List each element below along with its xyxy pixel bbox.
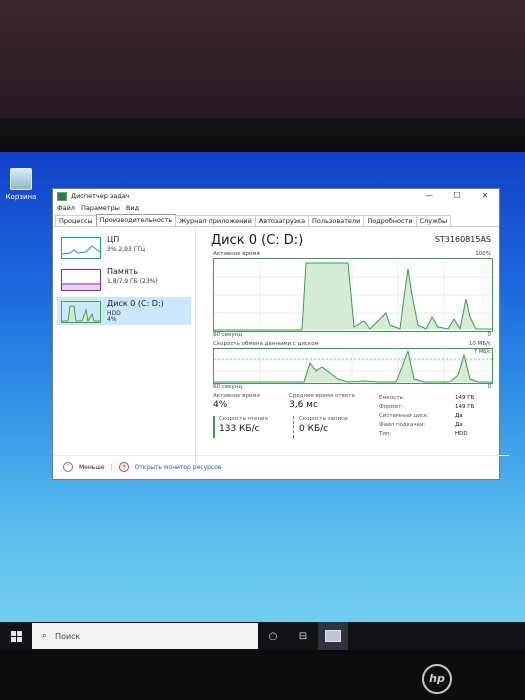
graph1-time: 60 секунд (213, 332, 243, 338)
cpu-thumbnail-graph (61, 237, 101, 259)
task-manager-taskbar-icon (325, 630, 341, 642)
tab-performance[interactable]: Производительность (95, 214, 177, 226)
active-time-graph (213, 258, 493, 332)
sidebar-item-cpu[interactable]: ЦП 3% 2,93 ГГц (57, 233, 191, 261)
room-wall (0, 0, 525, 125)
format-value: 149 ГБ (455, 404, 475, 410)
graph2-label: Скорость обмена данными с диском (213, 341, 319, 347)
graph2-time: 60 секунд (213, 384, 243, 390)
write-speed-value: 0 КБ/с (299, 424, 329, 434)
windows-logo-icon (10, 630, 22, 642)
memory-thumbnail-graph (61, 269, 101, 291)
read-speed-marker (213, 416, 215, 438)
sidebar-disk-name: Диск 0 (C: D:) (107, 299, 164, 308)
write-speed-label: Скорость записи (299, 416, 348, 422)
sidebar-item-memory[interactable]: Память 1,8/7,9 ГБ (23%) (57, 265, 191, 293)
recycle-bin-label: Корзина (5, 193, 37, 201)
start-button[interactable] (0, 622, 32, 650)
cortana-icon[interactable]: ○ (258, 622, 288, 650)
response-time-label: Среднее время ответа (289, 393, 355, 399)
disk-detail-pane: Диск 0 (C: D:) ST3160815AS Активное врем… (199, 227, 495, 463)
search-icon: ⌕ (42, 631, 48, 641)
graph1-label: Активное время (213, 251, 260, 257)
active-time-stat-label: Активное время (213, 393, 260, 399)
tab-users[interactable]: Пользователи (308, 215, 365, 226)
disk-thumbnail-graph (61, 301, 101, 323)
disk-title: Диск 0 (C: D:) (211, 233, 304, 248)
graph2-mid: 7 МБ/с (474, 349, 491, 355)
tab-app-history[interactable]: Журнал приложений (175, 215, 256, 226)
capacity-value: 149 ГБ (455, 395, 475, 401)
taskbar: ⌕ Поиск ○ ⊟ (0, 622, 525, 650)
page-file-value: Да (455, 422, 463, 428)
resource-sidebar: ЦП 3% 2,93 ГГц Память 1,8/7,9 ГБ (23%) Д… (53, 227, 196, 463)
tab-details[interactable]: Подробности (363, 215, 417, 226)
tab-startup[interactable]: Автозагрузка (254, 215, 310, 226)
active-time-stat-value: 4% (213, 400, 228, 410)
maximize-button[interactable]: ☐ (443, 189, 471, 203)
sidebar-disk-usage: 4% (107, 316, 117, 323)
sidebar-memory-usage: 1,8/7,9 ГБ (23%) (107, 278, 158, 285)
system-disk-value: Да (455, 413, 463, 419)
fewer-details-button[interactable]: Меньше (79, 464, 105, 471)
type-key: Тип: (379, 431, 392, 437)
tab-bar: Процессы Производительность Журнал прило… (53, 214, 499, 227)
task-manager-taskbar-button[interactable] (318, 622, 348, 650)
resource-monitor-icon: ◔ (118, 462, 129, 472)
sidebar-cpu-name: ЦП (107, 235, 120, 244)
task-manager-icon (57, 191, 67, 201)
task-view-icon[interactable]: ⊟ (288, 622, 318, 650)
recycle-bin-shortcut[interactable]: Корзина (4, 168, 38, 201)
taskbar-search-box[interactable]: ⌕ Поиск (32, 623, 258, 649)
disk-model: ST3160815AS (434, 235, 491, 244)
recycle-bin-icon (10, 168, 32, 190)
capacity-key: Емкость: (379, 395, 405, 401)
sidebar-cpu-usage: 3% 2,93 ГГц (107, 246, 146, 253)
menu-view[interactable]: Вид (126, 204, 139, 212)
graph2-min: 0 (487, 384, 492, 390)
window-title: Диспетчер задач (71, 192, 130, 200)
hp-logo: hp (422, 664, 452, 694)
graph1-max: 100% (475, 251, 491, 257)
tab-services[interactable]: Службы (415, 215, 452, 226)
response-time-value: 3,6 мс (289, 400, 318, 410)
read-speed-value: 133 КБ/с (219, 424, 260, 434)
open-resource-monitor-link[interactable]: Открыть монитор ресурсов (135, 464, 222, 471)
type-value: HDD (455, 431, 468, 437)
menu-file[interactable]: Файл (57, 204, 75, 212)
task-manager-window: Диспетчер задач — ☐ ✕ Файл Параметры Вид… (52, 188, 509, 480)
menu-options[interactable]: Параметры (81, 204, 120, 212)
menu-bar: Файл Параметры Вид (53, 203, 499, 213)
write-speed-marker (293, 416, 294, 438)
graph2-max: 10 МБ/с (468, 341, 491, 347)
chevron-up-icon[interactable]: ˄ (63, 462, 73, 472)
search-placeholder: Поиск (55, 631, 81, 641)
sidebar-item-disk[interactable]: Диск 0 (C: D:) HDD 4% (57, 297, 191, 325)
sidebar-memory-name: Память (107, 267, 139, 276)
format-key: Формат: (379, 404, 404, 410)
close-button[interactable]: ✕ (471, 189, 499, 203)
minimize-button[interactable]: — (415, 189, 443, 203)
tab-processes[interactable]: Процессы (55, 215, 97, 226)
read-speed-label: Скорость чтения (219, 416, 268, 422)
system-disk-key: Системный диск: (379, 413, 430, 419)
title-bar[interactable]: Диспетчер задач — ☐ ✕ (53, 189, 499, 203)
desktop-screen: Корзина Диспетчер задач — ☐ ✕ Файл Парам… (0, 152, 525, 652)
task-manager-footer: ˄ Меньше | ◔ Открыть монитор ресурсов (53, 455, 509, 478)
page-file-key: Файл подкачки: (379, 422, 426, 428)
transfer-rate-graph (213, 348, 493, 384)
graph1-min: 0 (487, 332, 492, 338)
